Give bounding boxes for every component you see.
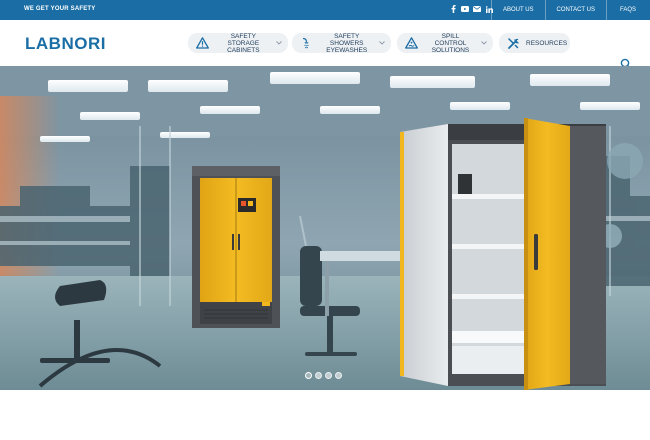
spill-icon [405, 36, 419, 50]
slider-dot-4[interactable] [335, 372, 342, 379]
social-links [449, 4, 493, 14]
hero-slider[interactable] [0, 66, 650, 390]
logo[interactable]: LABNORI [25, 34, 106, 54]
youtube-icon[interactable] [461, 4, 469, 14]
top-nav: ABOUT US CONTACT US FAQS [490, 0, 650, 20]
hero-image [0, 66, 650, 390]
facebook-icon[interactable] [449, 4, 457, 14]
menu-safety-showers-eyewashes[interactable]: SAFETY SHOWERS EYEWASHES [292, 32, 391, 54]
main-header: LABNORI SAFETY STORAGE CABINETS SAFETY S… [0, 20, 650, 70]
about-us-link[interactable]: ABOUT US [492, 0, 545, 20]
shower-icon [300, 36, 313, 50]
slider-dot-2[interactable] [315, 372, 322, 379]
tagline: WE GET YOUR SAFETY [24, 6, 96, 12]
menu-label: RESOURCES [526, 39, 568, 47]
menu-spill-control-solutions[interactable]: SPILL CONTROL SOLUTIONS [397, 32, 493, 54]
page-content-area [0, 390, 650, 440]
slider-dot-3[interactable] [325, 372, 332, 379]
contact-us-link[interactable]: CONTACT US [546, 0, 606, 20]
menu-resources[interactable]: RESOURCES [499, 33, 570, 53]
faqs-link[interactable]: FAQS [607, 0, 650, 20]
chevron-down-icon [275, 40, 282, 47]
chevron-down-icon [378, 40, 385, 47]
chevron-down-icon [480, 40, 487, 47]
slider-dot-1[interactable] [305, 372, 312, 379]
email-icon[interactable] [473, 4, 481, 14]
menu-safety-storage-cabinets[interactable]: SAFETY STORAGE CABINETS [188, 32, 288, 54]
menu-label: SAFETY SHOWERS EYEWASHES [326, 32, 368, 54]
slider-pagination [305, 372, 342, 379]
top-bar: WE GET YOUR SAFETY ABOUT US CONTACT US F… [0, 0, 650, 20]
menu-label: SAFETY STORAGE CABINETS [227, 32, 260, 54]
tools-icon [507, 36, 520, 50]
warning-triangle-icon [196, 36, 210, 50]
menu-label: SPILL CONTROL SOLUTIONS [431, 32, 470, 54]
